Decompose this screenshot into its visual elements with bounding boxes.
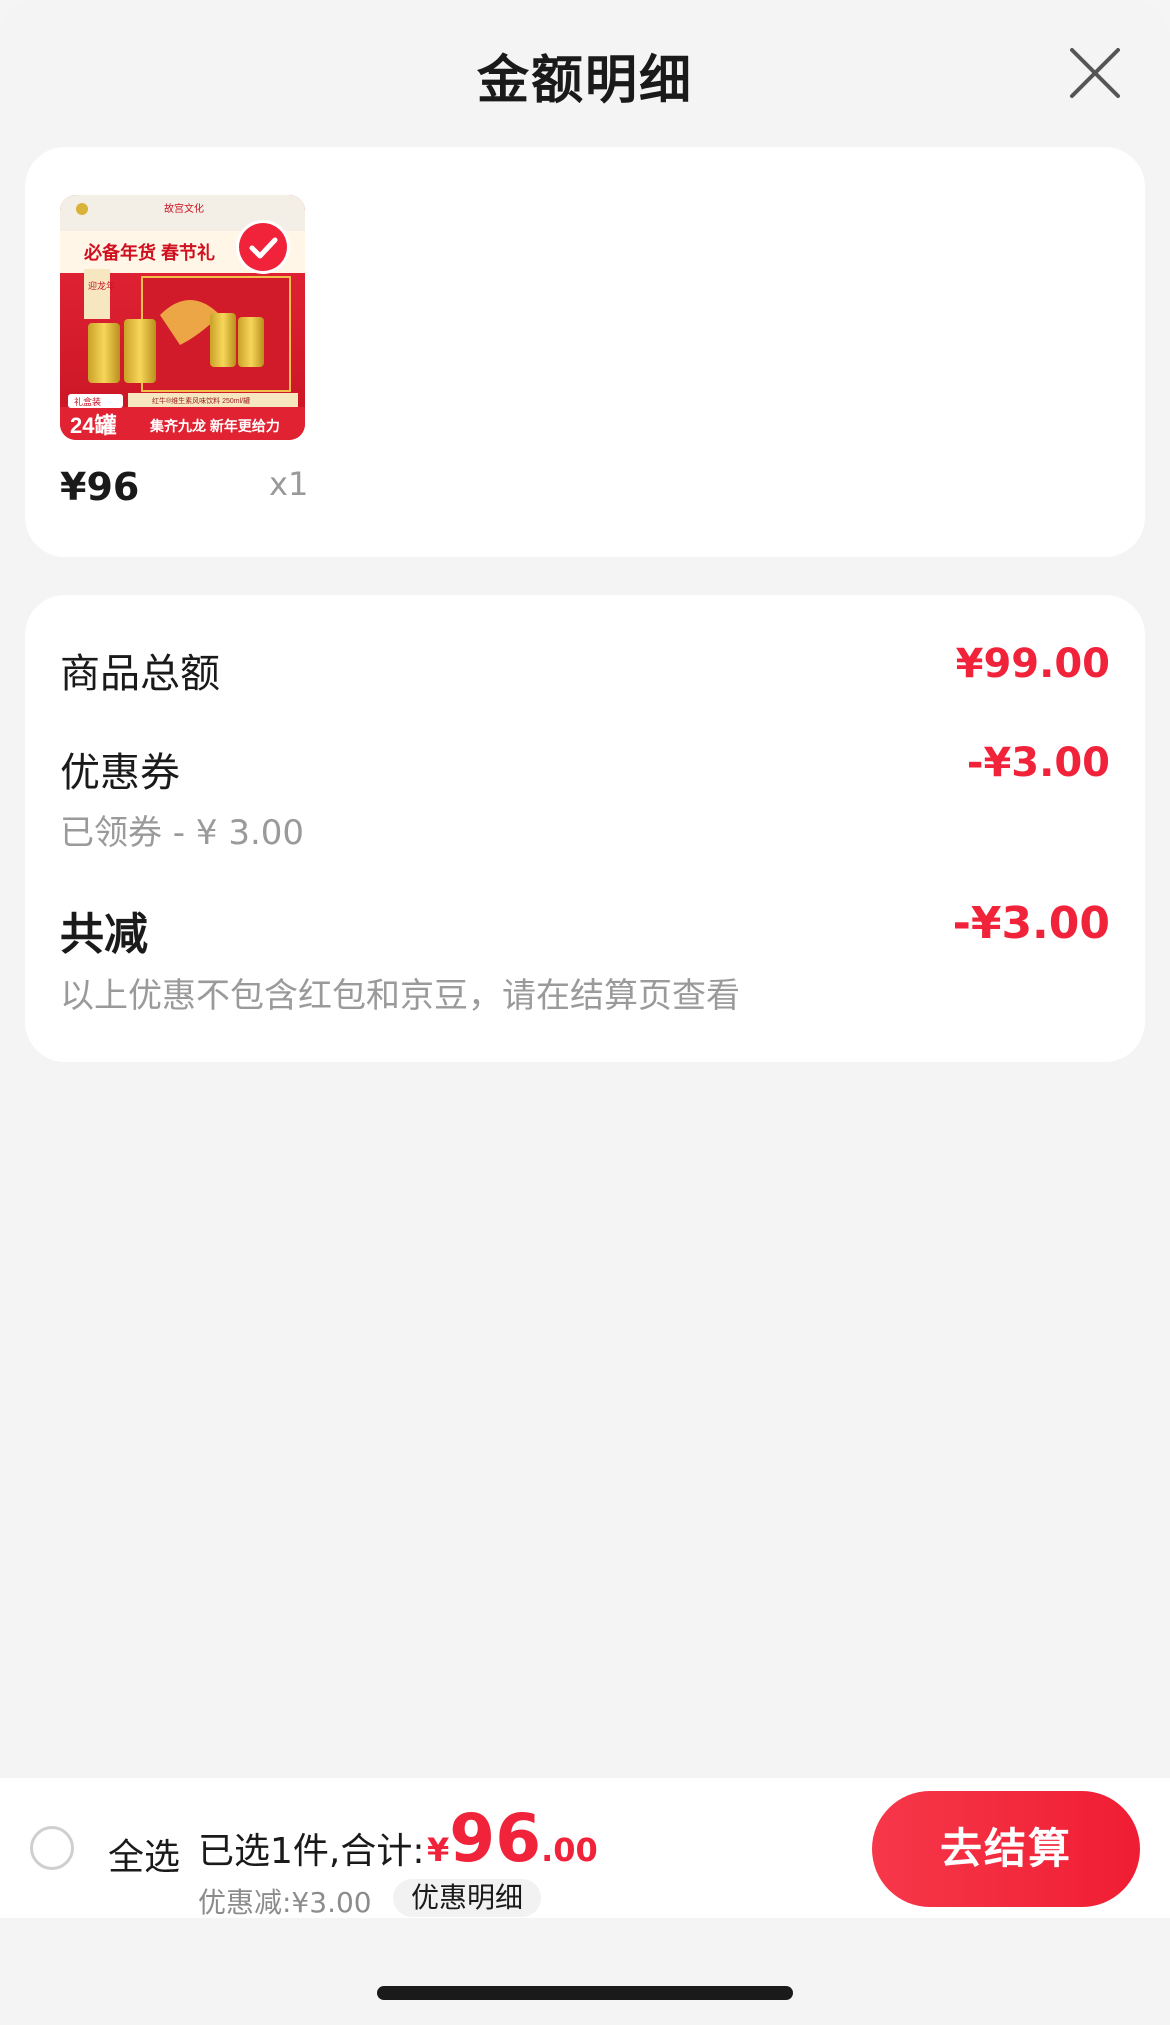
discount-text: 优惠减:¥3.00: [198, 1886, 372, 1919]
page-title: 金额明细: [476, 51, 693, 111]
price-summary-card: 商品总额 ¥99.00 优惠券 -¥3.00 已领券 - ¥ 3.00 共减 -…: [25, 595, 1145, 1062]
image-spec: 红牛®维生素风味饮料 250ml/罐: [152, 396, 250, 405]
select-all-checkbox[interactable]: [30, 1826, 74, 1870]
total-price: ¥96.00: [427, 1800, 598, 1877]
product-card: 故宫文化 必备年货 春节礼 迎龙年 红牛®维生素风味饮料 250ml/罐 礼盒装…: [25, 147, 1145, 557]
amount-detail-sheet: 金额明细 故宫文化 必备年货 春节礼 迎龙年 红牛®维生素风味饮料 250ml/…: [0, 0, 1170, 2025]
total-decimal: .00: [541, 1831, 598, 1869]
discount-detail-button[interactable]: 优惠明细: [393, 1879, 542, 1917]
coupon-sub: 已领券 - ¥ 3.00: [60, 813, 305, 853]
product-image[interactable]: 故宫文化 必备年货 春节礼 迎龙年 红牛®维生素风味饮料 250ml/罐 礼盒装…: [60, 195, 305, 440]
total-integer: 96: [449, 1800, 542, 1877]
image-brand-text: 故宫文化: [164, 202, 204, 215]
total-reduce-value: -¥3.00: [952, 898, 1110, 949]
close-icon: [1070, 48, 1120, 98]
checkout-button[interactable]: 去结算: [872, 1791, 1140, 1907]
sheet-header: 金额明细: [0, 0, 1170, 150]
goods-total-label: 商品总额: [60, 651, 220, 697]
image-side-label: 迎龙年: [88, 280, 115, 291]
checkout-bar: 全选 已选1件,合计: ¥96.00 优惠减:¥3.00 优惠明细 去结算: [0, 1778, 1170, 1919]
check-icon: [249, 237, 278, 259]
product-price: ¥96: [60, 465, 140, 509]
image-slogan: 集齐九龙 新年更给力: [149, 418, 280, 434]
selected-check-badge[interactable]: [239, 223, 287, 271]
total-reduce-label: 共减: [60, 909, 148, 960]
product-quantity: x1: [269, 465, 309, 503]
goods-total-value: ¥99.00: [955, 641, 1110, 687]
selected-count-text: 已选1件,合计:: [198, 1831, 425, 1872]
total-currency: ¥: [427, 1831, 450, 1869]
coupon-value: -¥3.00: [966, 740, 1110, 786]
summary-note: 以上优惠不包含红包和京豆，请在结算页查看: [60, 976, 740, 1016]
select-all-label[interactable]: 全选: [108, 1828, 180, 1880]
image-badge-count: 24罐: [70, 413, 116, 438]
image-badge-small: 礼盒装: [74, 396, 101, 407]
home-indicator[interactable]: [377, 1986, 793, 2000]
coupon-label: 优惠券: [60, 750, 180, 796]
close-button[interactable]: [1066, 44, 1124, 102]
image-headline: 必备年货 春节礼: [83, 242, 215, 263]
